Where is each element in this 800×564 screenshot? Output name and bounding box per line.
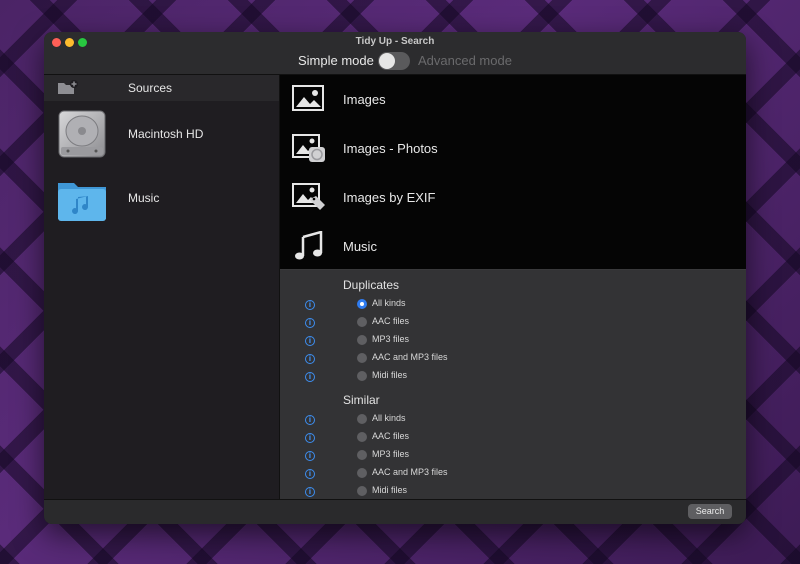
radio-button[interactable]	[357, 353, 367, 363]
radio-button[interactable]	[357, 317, 367, 327]
info-icon[interactable]: i	[305, 469, 315, 479]
option-label: AAC and MP3 files	[372, 352, 448, 362]
simple-mode-label[interactable]: Simple mode	[298, 53, 374, 68]
app-window: Tidy Up - Search Simple mode Advanced mo…	[44, 32, 746, 524]
search-button[interactable]: Search	[688, 504, 732, 519]
info-icon[interactable]: i	[305, 451, 315, 461]
source-label: Music	[128, 191, 160, 205]
source-item-macintosh-hd[interactable]: Macintosh HD	[44, 105, 279, 167]
option-similar-aac-mp3[interactable]: i AAC and MP3 files	[280, 465, 746, 483]
option-duplicates-midi[interactable]: i Midi files	[280, 368, 746, 386]
add-folder-icon[interactable]	[57, 80, 79, 96]
option-similar-mp3[interactable]: i MP3 files	[280, 447, 746, 465]
preset-images[interactable]: Images	[280, 75, 746, 123]
info-icon[interactable]: i	[305, 318, 315, 328]
radio-button[interactable]	[357, 371, 367, 381]
exif-tag-icon	[292, 183, 325, 210]
image-icon	[292, 85, 324, 111]
mode-toggle[interactable]	[378, 52, 410, 70]
bottom-toolbar: Search	[44, 499, 746, 524]
info-icon[interactable]: i	[305, 372, 315, 382]
option-duplicates-all-kinds[interactable]: i All kinds	[280, 296, 746, 314]
info-icon[interactable]: i	[305, 354, 315, 364]
hard-drive-icon	[58, 110, 106, 158]
option-label: AAC files	[372, 316, 410, 326]
window-title: Tidy Up - Search	[355, 36, 435, 47]
option-label: MP3 files	[372, 449, 410, 459]
option-label: All kinds	[372, 298, 406, 308]
advanced-mode-label[interactable]: Advanced mode	[418, 53, 512, 68]
preset-images-by-exif[interactable]: Images by EXIF	[280, 173, 746, 221]
info-icon[interactable]: i	[305, 300, 315, 310]
option-label: All kinds	[372, 413, 406, 423]
preset-images-photos[interactable]: Images - Photos	[280, 124, 746, 172]
radio-button[interactable]	[357, 335, 367, 345]
radio-button[interactable]	[357, 450, 367, 460]
option-duplicates-aac-mp3[interactable]: i AAC and MP3 files	[280, 350, 746, 368]
radio-button[interactable]	[357, 299, 367, 309]
option-label: Midi files	[372, 370, 408, 380]
option-duplicates-aac[interactable]: i AAC files	[280, 314, 746, 332]
option-similar-all-kinds[interactable]: i All kinds	[280, 411, 746, 429]
search-options: Duplicates i All kinds i AAC files i MP3…	[280, 270, 746, 499]
duplicates-title: Duplicates	[343, 278, 400, 292]
info-icon[interactable]: i	[305, 433, 315, 443]
preset-label: Images	[343, 92, 386, 107]
option-label: Midi files	[372, 485, 408, 495]
photos-icon	[292, 134, 325, 162]
option-label: AAC files	[372, 431, 410, 441]
preset-music[interactable]: Music	[280, 222, 746, 270]
preset-label: Music	[343, 239, 377, 254]
option-similar-aac[interactable]: i AAC files	[280, 429, 746, 447]
option-label: AAC and MP3 files	[372, 467, 448, 477]
similar-title: Similar	[343, 393, 380, 407]
radio-button[interactable]	[357, 414, 367, 424]
mode-switch: Simple mode Advanced mode	[44, 52, 746, 70]
radio-button[interactable]	[357, 486, 367, 496]
main-panel: Images Images - Photos Images by EXIF Mu…	[280, 75, 746, 499]
mode-toggle-knob	[379, 53, 395, 69]
info-icon[interactable]: i	[305, 415, 315, 425]
preset-list: Images Images - Photos Images by EXIF Mu…	[280, 75, 746, 270]
info-icon[interactable]: i	[305, 336, 315, 346]
radio-button[interactable]	[357, 468, 367, 478]
source-label: Macintosh HD	[128, 127, 204, 141]
preset-label: Images by EXIF	[343, 190, 436, 205]
sources-label: Sources	[128, 81, 173, 95]
preset-label: Images - Photos	[343, 141, 438, 156]
option-duplicates-mp3[interactable]: i MP3 files	[280, 332, 746, 350]
radio-button[interactable]	[357, 432, 367, 442]
music-note-icon	[295, 231, 323, 260]
title-bar: Tidy Up - Search Simple mode Advanced mo…	[44, 32, 746, 75]
source-item-music[interactable]: Music	[44, 169, 279, 231]
sources-header: Sources	[44, 75, 279, 101]
option-label: MP3 files	[372, 334, 410, 344]
info-icon[interactable]: i	[305, 487, 315, 497]
music-folder-icon	[58, 183, 106, 221]
sources-sidebar: Sources Macintosh HD Music	[44, 75, 280, 499]
